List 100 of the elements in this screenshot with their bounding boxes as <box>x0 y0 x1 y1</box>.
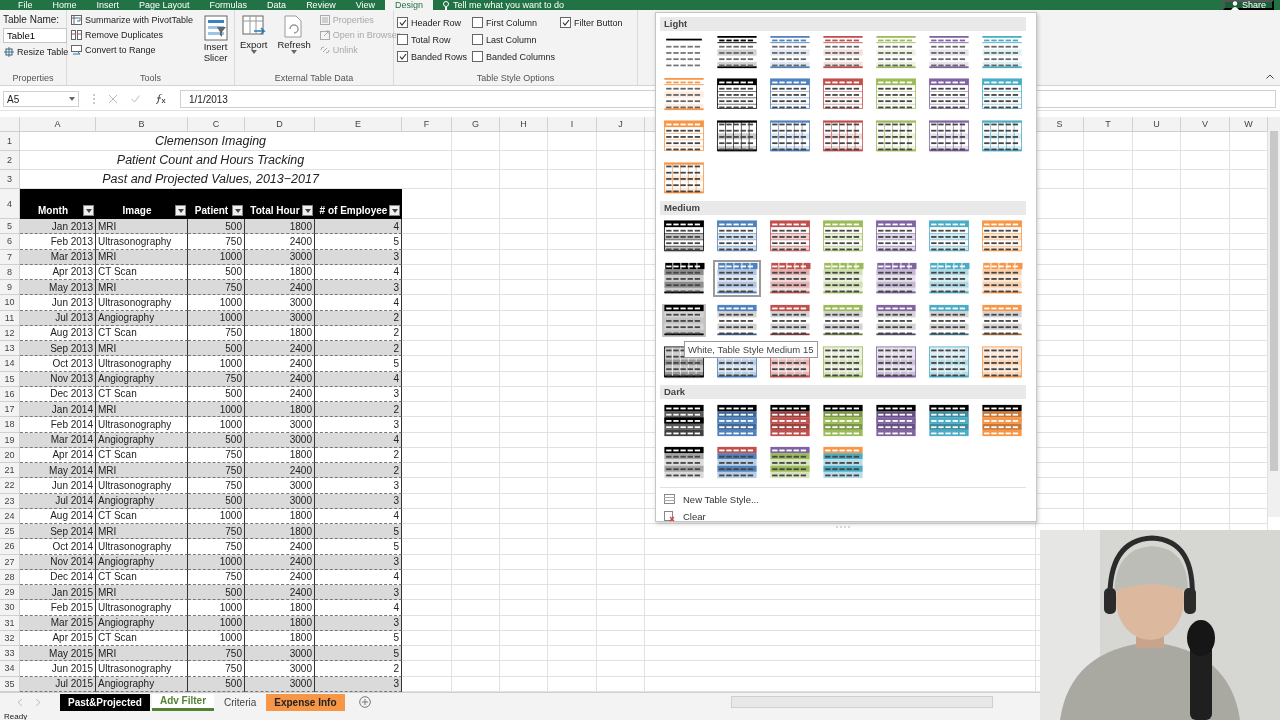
sheet-cell[interactable] <box>402 386 452 402</box>
sheet-cell[interactable] <box>452 493 500 509</box>
collapse-ribbon-icon[interactable] <box>1266 74 1274 79</box>
sheet-cell[interactable] <box>548 493 597 509</box>
sheet-cell[interactable] <box>452 615 500 631</box>
sheet-cell[interactable] <box>1181 170 1230 189</box>
sheet-cell[interactable] <box>597 310 645 326</box>
sheet-cell[interactable] <box>500 295 548 311</box>
sheet-cell[interactable] <box>1084 132 1133 151</box>
sheet-cell[interactable] <box>548 170 597 189</box>
sheet-cell[interactable] <box>548 432 597 448</box>
sheet-cell[interactable] <box>645 630 1036 646</box>
sheet-cell[interactable] <box>452 646 500 662</box>
sheet-cell[interactable] <box>452 132 500 151</box>
sheet-cell[interactable] <box>402 661 452 677</box>
sheet-cell[interactable] <box>1084 325 1133 341</box>
sheet-cell[interactable] <box>1084 170 1133 189</box>
sheet-cell[interactable] <box>1133 493 1181 509</box>
sheet-cell[interactable] <box>402 341 452 357</box>
sheet-cell[interactable] <box>1133 463 1181 479</box>
sheet-cell[interactable] <box>402 493 452 509</box>
sheet-cell[interactable] <box>645 539 1036 555</box>
row-header[interactable]: 26 <box>0 539 20 555</box>
add-sheet-icon[interactable] <box>358 696 371 709</box>
ribbon-tab[interactable]: Design <box>385 0 433 10</box>
sheet-cell[interactable] <box>1181 249 1230 265</box>
sheet-cell[interactable] <box>402 600 452 616</box>
cancel-icon[interactable] <box>109 95 117 103</box>
sheet-cell[interactable] <box>1133 151 1181 170</box>
sheet-cell[interactable] <box>1133 219 1181 235</box>
sheet-cell[interactable] <box>1084 249 1133 265</box>
column-header[interactable]: G <box>452 117 500 132</box>
sheet-cell[interactable] <box>1084 447 1133 463</box>
sheet-cell[interactable] <box>597 371 645 387</box>
sheet-cell[interactable] <box>645 615 1036 631</box>
sheet-cell[interactable] <box>548 356 597 372</box>
sheet-cell[interactable] <box>1181 264 1230 280</box>
column-header[interactable]: A <box>20 117 96 132</box>
sheet-cell[interactable] <box>500 234 548 250</box>
sheet-cell[interactable] <box>402 432 452 448</box>
sheet-cell[interactable] <box>548 630 597 646</box>
sheet-cell[interactable] <box>452 280 500 296</box>
sheet-cell[interactable] <box>1133 417 1181 433</box>
sheet-cell[interactable] <box>452 569 500 585</box>
sheet-cell[interactable] <box>402 463 452 479</box>
sheet-cell[interactable] <box>548 417 597 433</box>
sheet-cell[interactable] <box>1084 264 1133 280</box>
sheet-cell[interactable] <box>452 463 500 479</box>
sheet-cell[interactable] <box>402 310 452 326</box>
sheet-cell[interactable] <box>1084 371 1133 387</box>
sheet-cell[interactable] <box>1133 432 1181 448</box>
sheet-tab[interactable]: Expense Info <box>266 693 345 711</box>
sheet-cell[interactable] <box>548 569 597 585</box>
sheet-cell[interactable] <box>1084 493 1133 509</box>
sheet-cell[interactable] <box>548 508 597 524</box>
sheet-cell[interactable] <box>402 676 452 692</box>
sheet-cell[interactable] <box>1133 325 1181 341</box>
row-header[interactable]: 3 <box>0 170 20 189</box>
sheet-cell[interactable] <box>1181 356 1230 372</box>
sheet-cell[interactable] <box>548 371 597 387</box>
sheet-cell[interactable] <box>1181 371 1230 387</box>
table-style-thumbnail[interactable] <box>713 260 761 297</box>
sheet-cell[interactable] <box>1084 151 1133 170</box>
sheet-cell[interactable] <box>1084 402 1133 418</box>
ribbon-tab[interactable]: View <box>345 0 385 10</box>
row-header[interactable]: 30 <box>0 600 20 616</box>
filter-button[interactable] <box>175 205 186 216</box>
sheet-cell[interactable] <box>597 280 645 296</box>
sheet-cell[interactable] <box>548 341 597 357</box>
ribbon-command[interactable]: Remove Duplicates <box>70 29 195 41</box>
sheet-cell[interactable] <box>548 539 597 555</box>
sheet-cell[interactable] <box>548 478 597 494</box>
sheet-cell[interactable] <box>402 151 452 170</box>
sheet-cell[interactable] <box>452 170 500 189</box>
row-header[interactable]: 18 <box>0 417 20 433</box>
sheet-cell[interactable] <box>1133 234 1181 250</box>
row-header[interactable]: 33 <box>0 646 20 662</box>
sheet-cell[interactable] <box>597 524 645 540</box>
sheet-cell[interactable] <box>1181 341 1230 357</box>
sheet-cell[interactable] <box>402 524 452 540</box>
sheet-cell[interactable] <box>597 325 645 341</box>
sheet-cell[interactable] <box>548 447 597 463</box>
sheet-cell[interactable] <box>645 661 1036 677</box>
sheet-cell[interactable] <box>1133 356 1181 372</box>
sheet-cell[interactable] <box>597 463 645 479</box>
select-all-button[interactable] <box>0 117 20 132</box>
sheet-cell[interactable] <box>1181 447 1230 463</box>
sheet-cell[interactable] <box>500 170 548 189</box>
sheet-cell[interactable] <box>452 630 500 646</box>
sheet-cell[interactable] <box>1181 508 1230 524</box>
sheet-cell[interactable] <box>597 569 645 585</box>
sheet-cell[interactable] <box>1084 295 1133 311</box>
sheet-cell[interactable] <box>548 295 597 311</box>
sheet-cell[interactable] <box>452 356 500 372</box>
sheet-cell[interactable] <box>452 661 500 677</box>
sheet-cell[interactable] <box>645 646 1036 662</box>
sheet-cell[interactable] <box>1084 508 1133 524</box>
sheet-cell[interactable] <box>1133 132 1181 151</box>
column-header[interactable]: J <box>597 117 645 132</box>
sheet-cell[interactable] <box>402 371 452 387</box>
